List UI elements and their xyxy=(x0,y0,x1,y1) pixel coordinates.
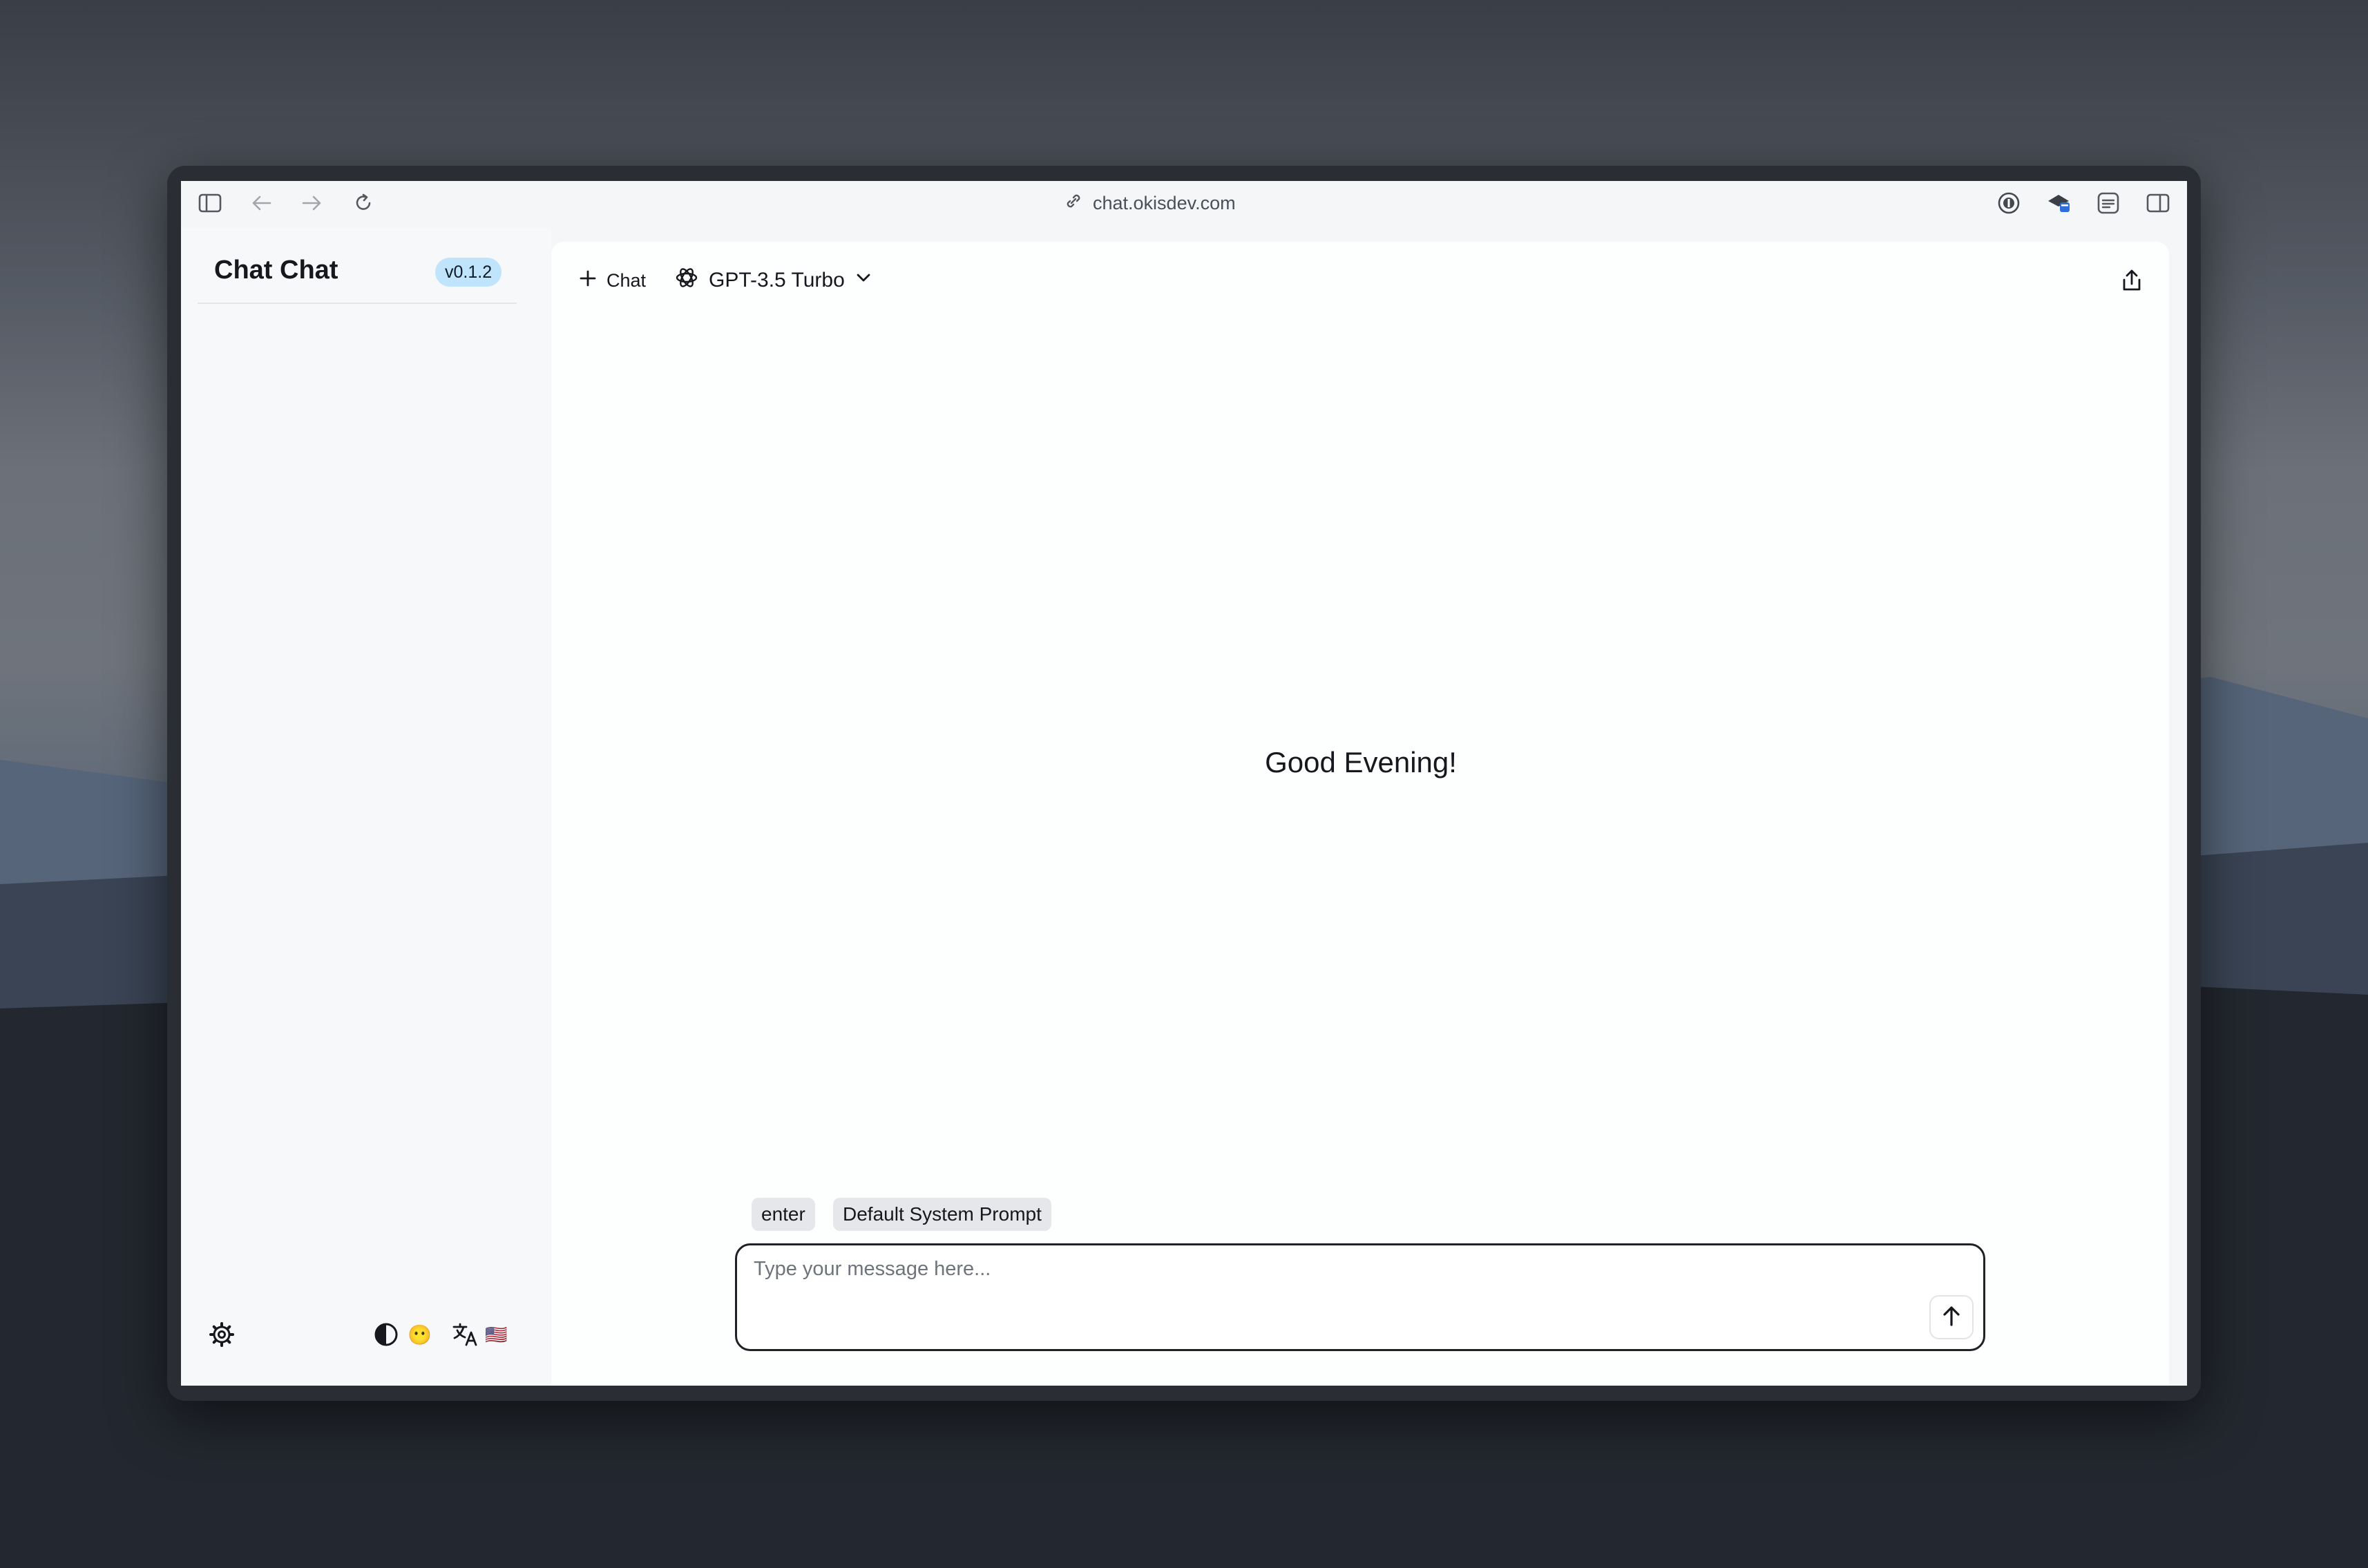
password-manager-icon[interactable] xyxy=(1992,187,2025,220)
message-composer xyxy=(735,1243,1985,1351)
gear-icon[interactable] xyxy=(209,1319,235,1350)
sidebar-divider xyxy=(198,303,517,304)
reader-icon[interactable] xyxy=(2092,187,2125,220)
sidebar xyxy=(181,228,551,1386)
forward-arrow-icon[interactable] xyxy=(296,187,329,220)
version-badge: v0.1.2 xyxy=(435,258,502,287)
new-chat-button[interactable]: Chat xyxy=(579,265,646,296)
enter-chip[interactable]: enter xyxy=(752,1198,815,1231)
sidebar-toggle-icon[interactable] xyxy=(193,187,227,220)
mood-emoji[interactable]: 😶 xyxy=(408,1319,432,1350)
language-flag[interactable]: 🇺🇸 xyxy=(485,1319,507,1350)
reload-icon[interactable] xyxy=(347,187,380,220)
system-prompt-chip[interactable]: Default System Prompt xyxy=(833,1198,1051,1231)
arrow-up-icon xyxy=(1941,1304,1962,1331)
address-bar[interactable]: chat.okisdev.com xyxy=(1064,188,1236,218)
model-name: GPT-3.5 Turbo xyxy=(709,269,845,291)
url-text: chat.okisdev.com xyxy=(1093,192,1236,213)
greeting-text: Good Evening! xyxy=(1265,746,1457,778)
new-chat-label: Chat xyxy=(607,269,647,291)
split-view-icon[interactable] xyxy=(2141,187,2175,220)
share-icon[interactable] xyxy=(2115,264,2148,297)
model-selector[interactable]: GPT-3.5 Turbo xyxy=(674,264,872,297)
app-title: Chat Chat xyxy=(214,256,338,285)
contrast-icon[interactable] xyxy=(373,1319,399,1350)
openai-logo-icon xyxy=(674,265,699,296)
message-input[interactable] xyxy=(752,1256,1874,1301)
chevron-down-icon xyxy=(854,269,872,292)
plus-icon xyxy=(579,269,597,292)
back-arrow-icon[interactable] xyxy=(245,187,278,220)
send-button[interactable] xyxy=(1929,1295,1974,1339)
link-icon xyxy=(1064,191,1083,216)
extension-icon[interactable] xyxy=(2042,187,2075,220)
translate-icon[interactable] xyxy=(452,1319,479,1350)
